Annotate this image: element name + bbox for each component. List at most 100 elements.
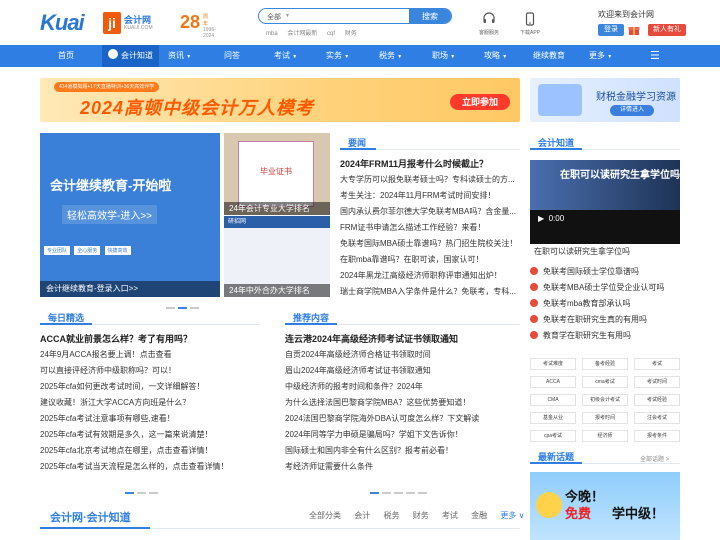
list-item[interactable]: 在职mba靠谱吗？在职可读，国家认可！ <box>340 252 520 268</box>
tab-accounting[interactable]: 会计 <box>354 511 370 520</box>
tag[interactable]: CMA <box>530 394 576 406</box>
list-item[interactable]: 教育学在职研究生有用吗 <box>530 328 664 344</box>
search-box[interactable]: 全部 ▼ 搜索 <box>258 8 452 24</box>
hot-keyword[interactable]: 财务 <box>345 31 357 37</box>
tag[interactable]: 考试难度 <box>530 358 576 370</box>
side-ad-button[interactable]: 详情进入 <box>610 105 654 116</box>
list-item[interactable]: 免联考MBA硕士学位受企业认可吗 <box>530 280 664 296</box>
list-item[interactable]: 眉山2024年高级经济师考试证书领取通知 <box>285 363 520 379</box>
video-title[interactable]: 在职可以读研究生拿学位吗 <box>534 246 630 257</box>
list-item[interactable]: 2025年cfa考试当天流程是怎么样的，点击查看详情！ <box>40 459 265 475</box>
site-logo[interactable]: Kuai ji 会计网 KUAIJI.COM 28 周年 1996-2024 <box>40 10 216 39</box>
nav-continuing-edu[interactable]: 继续教育 <box>533 45 565 67</box>
carousel-dots[interactable] <box>370 487 440 496</box>
nav-guide[interactable]: 攻略 ▼ <box>484 45 507 67</box>
list-item[interactable]: 国内承认费尔菲尔德大学免联考MBA吗？含金量... <box>340 204 520 220</box>
tab-exam[interactable]: 考试 <box>442 511 458 520</box>
list-item[interactable]: 2025年cfa如何更改考试时间，一文详细解答！ <box>40 379 265 395</box>
more-link[interactable]: 更多 ∨ <box>500 511 524 520</box>
dot[interactable] <box>406 492 415 494</box>
nav-news[interactable]: 资讯 ▼ <box>168 45 191 67</box>
tag[interactable]: 基金从业 <box>530 412 576 424</box>
list-item[interactable]: 建议收藏！浙江大学ACCA方向班是什么？ <box>40 395 265 411</box>
list-item[interactable]: 国际硕士和国内非全有什么区别？报考前必看！ <box>285 443 520 459</box>
login-button[interactable]: 登录 <box>598 24 624 36</box>
promo-banner[interactable]: 414道模拟题+17天直播特训+36天高效伴学 2024高顿中级会计万人模考 立… <box>40 78 520 122</box>
news-headline[interactable]: ACCA就业前景怎么样？考了有用吗？ <box>40 331 265 347</box>
dot-active[interactable] <box>178 307 187 309</box>
tab-tax[interactable]: 税务 <box>383 511 399 520</box>
search-button[interactable]: 搜索 <box>409 9 451 23</box>
dot[interactable] <box>190 307 199 309</box>
list-item[interactable]: 考生关注：2024年11月FRM考试时间安排！ <box>340 188 520 204</box>
tab-banking[interactable]: 金融 <box>471 511 487 520</box>
nav-qa[interactable]: 问答 <box>224 45 240 67</box>
dot[interactable] <box>137 492 146 494</box>
carousel-slide-cert[interactable]: 毕业证书 24年会计专业大学排名 <box>224 133 330 215</box>
list-item[interactable]: 2025年cfa考试注意事项有哪些,速看！ <box>40 411 265 427</box>
hot-keyword[interactable]: cqf <box>327 31 335 37</box>
carousel-slide-ranking[interactable]: 研招网 24年中外合办大学排名 <box>224 216 330 297</box>
video-controls[interactable]: ▶ 0:00 <box>538 214 564 223</box>
list-item[interactable]: FRM证书申请怎么描述工作经验？来看！ <box>340 220 520 236</box>
tab-finance[interactable]: 财务 <box>413 511 429 520</box>
banner-cta-button[interactable]: 立即参加 <box>450 94 510 110</box>
search-category[interactable]: 全部 <box>267 12 281 22</box>
tab-all[interactable]: 全部分类 <box>309 511 341 520</box>
download-app[interactable]: 下载APP <box>510 12 550 36</box>
tag[interactable]: 经济师 <box>582 430 628 442</box>
list-item[interactable]: 2025年cfa考试有效期是多久，这一篇来说清楚！ <box>40 427 265 443</box>
list-item[interactable]: 免联考在职研究生真的有用吗 <box>530 312 664 328</box>
nav-home[interactable]: 首页 <box>58 45 74 67</box>
slide-caption[interactable]: 24年会计专业大学排名 <box>224 202 330 215</box>
dot[interactable] <box>418 492 427 494</box>
menu-icon[interactable]: ☰ <box>650 45 660 67</box>
carousel-dots[interactable] <box>125 487 175 496</box>
dot[interactable] <box>149 492 158 494</box>
carousel-dots[interactable] <box>166 302 206 309</box>
tag[interactable]: 考试时间 <box>634 376 680 388</box>
nav-tax[interactable]: 税务 ▼ <box>379 45 402 67</box>
list-item[interactable]: 为什么选择法国巴黎商学院MBA？这些优势要知道！ <box>285 395 520 411</box>
tag[interactable]: 报考时间 <box>582 412 628 424</box>
list-item[interactable]: 2024法国巴黎商学院海外DBA认可度怎么样？下文解读 <box>285 411 520 427</box>
list-item[interactable]: 免联考mba教育部承认吗 <box>530 296 664 312</box>
tag[interactable]: 考试经验 <box>634 394 680 406</box>
list-item[interactable]: 2024年同等学力申硕是骗局吗？学姐下文告诉你！ <box>285 427 520 443</box>
list-item[interactable]: 考经济师证需要什么条件 <box>285 459 520 475</box>
tag[interactable]: 备考经验 <box>582 358 628 370</box>
dot[interactable] <box>382 492 391 494</box>
nav-exam[interactable]: 考试 ▼ <box>274 45 297 67</box>
list-item[interactable]: 大专学历可以报免联考硕士吗？专科读硕士的方... <box>340 172 520 188</box>
list-item[interactable]: 2024年黑龙江高级经济师职称评审通知出炉！ <box>340 268 520 284</box>
tag[interactable]: 初级会计考试 <box>582 394 628 406</box>
hot-keyword[interactable]: 会计网最新 <box>287 31 317 37</box>
dot-active[interactable] <box>125 492 134 494</box>
list-item[interactable]: 免联考国际MBA硕士靠谱吗？热门招生院校关注！ <box>340 236 520 252</box>
hot-topic-ad[interactable]: 今晚！ 免费 学中级！ <box>530 472 680 540</box>
tag[interactable]: cma考试 <box>582 376 628 388</box>
customer-service[interactable]: 客服服务 <box>469 12 509 36</box>
carousel-slide-main[interactable]: 会计继续教育-开始啦 轻松高效学-进入>> 专业团队 全心服务 快捷高效 会计继… <box>40 133 220 297</box>
slide-caption[interactable]: 会计继续教育-登录入口>> <box>40 281 220 297</box>
list-item[interactable]: 24年9月ACCA报名要上调！点击查看 <box>40 347 265 363</box>
tag[interactable]: 考试 <box>634 358 680 370</box>
play-icon[interactable]: ▶ <box>538 214 544 223</box>
list-item[interactable]: 可以直接评经济师中级职称吗？可以！ <box>40 363 265 379</box>
nav-more[interactable]: 更多 ▼ <box>589 45 612 67</box>
tag[interactable]: 注会考试 <box>634 412 680 424</box>
all-topics-link[interactable]: 全部话题 > <box>640 454 669 463</box>
list-item[interactable]: 瑞士商学院MBA入学条件是什么？免联考，专科... <box>340 284 520 300</box>
hot-keyword[interactable]: mba <box>266 31 278 37</box>
dot-active[interactable] <box>370 492 379 494</box>
nav-kjzd[interactable]: 会计知道 <box>102 45 159 67</box>
nav-career[interactable]: 职场 ▼ <box>432 45 455 67</box>
tag[interactable]: 报考条件 <box>634 430 680 442</box>
list-item[interactable]: 免联考国际硕士学位靠谱吗 <box>530 264 664 280</box>
list-item[interactable]: 2025年cfa北京考试地点在哪里，点击查看详情！ <box>40 443 265 459</box>
list-item[interactable]: 中级经济师的报考时间和条件？2024年 <box>285 379 520 395</box>
tag[interactable]: ACCA <box>530 376 576 388</box>
list-item[interactable]: 自贡2024年高级经济师合格证书领取时间 <box>285 347 520 363</box>
dot[interactable] <box>394 492 403 494</box>
new-user-gift-button[interactable]: 新人有礼 <box>648 24 686 36</box>
